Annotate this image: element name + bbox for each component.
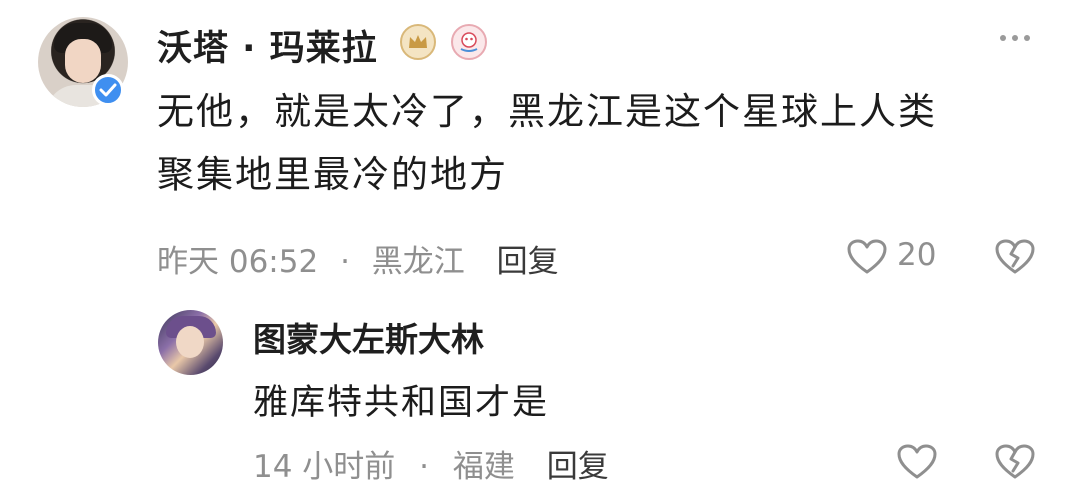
more-dot: [1000, 35, 1006, 41]
comment-text-line-1: 无他，就是太冷了，黑龙江是这个星球上人类: [157, 90, 937, 133]
comment-text-line-2: 聚集地里最冷的地方: [157, 153, 508, 196]
broken-heart-icon: [995, 239, 1035, 274]
fan-badge-icon[interactable]: [451, 24, 487, 60]
heart-icon: [897, 444, 937, 479]
reply-username[interactable]: 图蒙大左斯大林: [253, 313, 484, 361]
like-count: 20: [897, 237, 937, 273]
more-dot: [1012, 35, 1018, 41]
broken-heart-icon: [995, 444, 1035, 479]
verified-check-icon: [92, 74, 124, 106]
meta-separator: ·: [419, 449, 430, 485]
reply-reply-button[interactable]: 回复: [547, 449, 609, 485]
reply-time: 14 小时前: [253, 449, 396, 485]
crown-badge-icon[interactable]: [400, 24, 436, 60]
avatar-face: [65, 39, 101, 83]
reply-meta: 14 小时前 · 福建 回复: [253, 441, 609, 486]
reply-avatar[interactable]: [158, 310, 223, 375]
comment-location: 黑龙江: [371, 244, 465, 280]
reply-location: 福建: [452, 449, 515, 485]
comment-time: 昨天 06:52: [157, 244, 319, 280]
reply-text: 雅库特共和国才是: [253, 383, 550, 423]
more-dot: [1024, 35, 1030, 41]
reply-button[interactable]: 回复: [497, 244, 559, 280]
comment-text: 无他，就是太冷了，黑龙江是这个星球上人类 聚集地里最冷的地方: [157, 80, 937, 206]
more-options-icon[interactable]: [1000, 35, 1030, 41]
dislike-button[interactable]: [994, 238, 1036, 276]
comment-meta: 昨天 06:52 · 黑龙江 回复: [157, 236, 559, 281]
reply-like-button[interactable]: [896, 443, 938, 481]
like-button[interactable]: [846, 238, 888, 276]
meta-separator: ·: [340, 244, 350, 280]
comment-username[interactable]: 沃塔 · 玛莱拉: [157, 20, 378, 71]
heart-icon: [847, 239, 887, 274]
reply-dislike-button[interactable]: [994, 443, 1036, 481]
avatar-face: [176, 326, 204, 358]
